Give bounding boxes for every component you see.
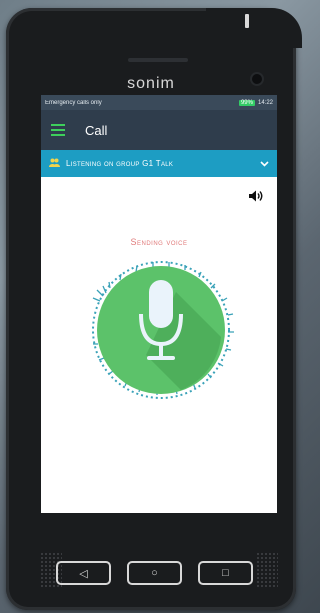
phone-screen: Emergency calls only 99% 14:22 Call List…	[41, 95, 277, 513]
recents-button[interactable]: □	[198, 561, 253, 585]
app-bar: Call	[41, 110, 277, 150]
sending-status: Sending voice	[130, 237, 188, 247]
page-title: Call	[85, 122, 108, 138]
group-label: Listening on group G1 Talk	[66, 159, 174, 168]
hardware-nav-bar: ◁ ○ □	[56, 561, 256, 589]
push-to-talk-button[interactable]	[81, 252, 241, 402]
chevron-down-icon[interactable]	[260, 159, 269, 169]
device-top-bump	[206, 8, 302, 48]
speaker-grill-right	[256, 552, 278, 588]
status-time: 14:22	[257, 99, 273, 106]
home-button[interactable]: ○	[127, 561, 182, 585]
status-bar: Emergency calls only 99% 14:22	[41, 95, 277, 110]
status-carrier-text: Emergency calls only	[45, 99, 102, 106]
hamburger-menu-icon[interactable]	[51, 124, 65, 136]
speaker-icon[interactable]	[245, 185, 267, 207]
earpiece-speaker	[128, 58, 188, 62]
status-right: 99% 14:22	[238, 99, 273, 106]
people-icon	[49, 158, 60, 169]
front-camera	[252, 74, 262, 84]
battery-level: 99%	[238, 99, 255, 106]
antenna-notch	[245, 14, 249, 28]
back-button[interactable]: ◁	[56, 561, 111, 585]
group-selector[interactable]: Listening on group G1 Talk	[41, 150, 277, 177]
call-content: Sending voice	[41, 177, 277, 513]
